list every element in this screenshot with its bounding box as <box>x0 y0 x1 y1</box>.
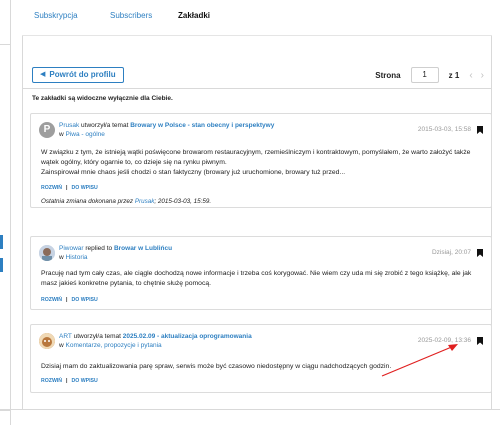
avatar[interactable] <box>39 245 55 261</box>
next-page-icon[interactable]: › <box>481 70 484 81</box>
page-label: Strona <box>375 70 401 80</box>
last-edit-prefix: Ostatnia zmiana dokonana przez <box>41 198 134 205</box>
forum-prefix: w <box>59 342 64 349</box>
topic-link[interactable]: Browar w Lublińcu <box>114 245 172 252</box>
go-to-post-link[interactable]: DO WPISU <box>72 297 98 303</box>
left-panel-indicator[interactable] <box>0 235 3 249</box>
divider <box>0 44 11 45</box>
post-excerpt: W związku z tym, że istnieją wątki poświ… <box>41 148 481 178</box>
forum-link[interactable]: Historia <box>66 254 88 261</box>
bookmark-card: P Prusak utworzył/a temat Browary w Pols… <box>30 113 492 208</box>
left-panel-edge <box>0 0 11 425</box>
expand-link[interactable]: ROZWIŃ <box>41 378 62 384</box>
expand-link[interactable]: ROZWIŃ <box>41 297 62 303</box>
post-author-link[interactable]: ART <box>59 333 72 340</box>
post-author-link[interactable]: Prusak <box>59 122 79 129</box>
tab-bookmarks[interactable]: Zakładki <box>178 11 210 20</box>
tab-subscription[interactable]: Subskrypcja <box>34 11 78 20</box>
user-photo-icon <box>39 245 55 261</box>
post-author-link[interactable]: Piwowar <box>59 245 84 252</box>
bookmark-icon[interactable] <box>477 249 483 257</box>
go-to-post-link[interactable]: DO WPISU <box>72 378 98 384</box>
post-date: Dzisiaj, 20:07 <box>431 249 471 256</box>
previous-page-icon[interactable]: ‹ <box>469 70 472 81</box>
forum-prefix: w <box>59 254 64 261</box>
divider <box>0 410 11 411</box>
divider <box>0 409 500 410</box>
topic-link[interactable]: Browary w Polsce - stan obecny i perspek… <box>130 122 274 129</box>
bookmark-card: Piwowar replied to Browar w Lublińcu w H… <box>30 236 492 310</box>
user-photo-icon <box>39 333 55 349</box>
post-header: Piwowar replied to Browar w Lublińcu w H… <box>59 244 399 262</box>
post-header: ART utworzył/a temat 2025.02.09 - aktual… <box>59 332 399 350</box>
back-to-profile-label: Powrót do profilu <box>49 70 116 79</box>
separator: | <box>66 185 68 191</box>
separator: | <box>66 297 68 303</box>
topic-link[interactable]: 2025.02.09 - aktualizacja oprogramowania <box>123 333 252 340</box>
post-actions: ROZWIŃ | DO WPISU <box>41 185 98 191</box>
annotation-arrow-icon <box>381 344 458 377</box>
page-count: z 1 <box>448 70 460 80</box>
post-actions: ROZWIŃ | DO WPISU <box>41 297 98 303</box>
private-bookmarks-notice: Te zakładki są widoczne wyłącznie dla Ci… <box>32 95 173 102</box>
separator: | <box>66 378 68 384</box>
post-date: 2015-03-03, 15:58 <box>417 126 471 133</box>
last-edit-date: ; 2015-03-03, 15:59. <box>154 198 212 205</box>
bookmark-icon[interactable] <box>477 126 483 134</box>
back-to-profile-button[interactable]: ◀ Powrót do profilu <box>32 67 124 83</box>
forum-prefix: w <box>59 131 64 138</box>
left-panel-indicator[interactable] <box>0 258 3 272</box>
bookmark-icon[interactable] <box>477 337 483 345</box>
page-number-input[interactable]: 1 <box>410 67 439 83</box>
tab-bar: Subskrypcja Subscribers Zakładki <box>22 0 492 36</box>
post-action: utworzył/a temat <box>73 333 121 340</box>
toolbar: ◀ Powrót do profilu Strona 1 z 1 ‹ › <box>22 60 492 90</box>
post-action: replied to <box>85 245 113 252</box>
avatar[interactable]: P <box>39 122 55 138</box>
post-excerpt-line: Zainspirował mnie chaos jeśli chodzi o s… <box>41 169 346 176</box>
pagination: Strona 1 z 1 ‹ › <box>375 67 492 83</box>
go-to-post-link[interactable]: DO WPISU <box>72 185 98 191</box>
last-edit-user-link[interactable]: Prusak <box>135 198 155 205</box>
caret-left-icon: ◀ <box>40 71 46 78</box>
divider <box>22 88 492 89</box>
post-action: utworzył/a temat <box>81 122 129 129</box>
post-actions: ROZWIŃ | DO WPISU <box>41 378 98 384</box>
expand-link[interactable]: ROZWIŃ <box>41 185 62 191</box>
avatar[interactable] <box>39 333 55 349</box>
last-edit-note: Ostatnia zmiana dokonana przez Prusak; 2… <box>41 198 211 205</box>
forum-link[interactable]: Piwa - ogólne <box>66 131 105 138</box>
forum-link[interactable]: Komentarze, propozycje i pytania <box>66 342 162 349</box>
post-excerpt: Pracuję nad tym cały czas, ale ciągle do… <box>41 270 472 287</box>
tab-subscribers[interactable]: Subscribers <box>110 11 152 20</box>
post-excerpt-line: W związku z tym, że istnieją wątki poświ… <box>41 149 471 166</box>
post-header: Prusak utworzył/a temat Browary w Polsce… <box>59 121 399 139</box>
